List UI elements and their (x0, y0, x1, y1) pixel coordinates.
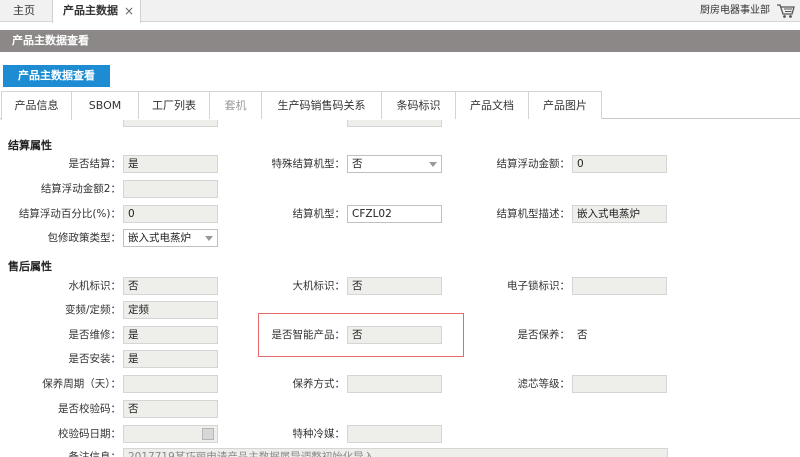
is-settle-field: 是 (123, 155, 218, 173)
water-label: 水机标识： (68, 280, 122, 292)
calendar-icon[interactable] (202, 428, 214, 440)
smart-field: 否 (347, 326, 442, 344)
department-label[interactable]: 厨房电器事业部 (700, 0, 770, 22)
special-model-label: 特殊结算机型： (271, 158, 346, 170)
smart-label: 是否智能产品： (271, 329, 346, 341)
lock-label: 电子锁标识： (507, 280, 570, 292)
remark-label: 备注信息： (68, 451, 122, 457)
tab-home[interactable]: 主页 (3, 0, 45, 22)
tab-code-relation[interactable]: 生产码销售码关系 (262, 91, 382, 119)
settle-model-label: 结算机型： (292, 208, 346, 220)
tab-product-master-label: 产品主数据 (63, 4, 118, 17)
install-label: 是否安装： (68, 353, 122, 365)
verify-field: 否 (123, 400, 218, 418)
float-percent-field: 0 (123, 205, 218, 223)
float-percent-label: 结算浮动百分比(%)： (18, 208, 121, 220)
filter-field (572, 375, 667, 393)
scrolled-input (123, 120, 218, 127)
is-settle-label: 是否结算： (68, 158, 122, 170)
maint-field: 否 (572, 326, 667, 344)
warranty-policy-label: 包修政策类型： (47, 232, 122, 244)
repair-field: 是 (123, 326, 218, 344)
period-label: 保养周期（天）： (42, 378, 121, 390)
lock-field (572, 277, 667, 295)
install-field: 是 (123, 350, 218, 368)
chevron-down-icon (429, 162, 437, 167)
settle-model-field[interactable]: CFZL02 (347, 205, 442, 223)
settle-model-desc-label: 结算机型描述： (496, 208, 571, 220)
maint-label: 是否保养： (517, 329, 571, 341)
tab-product-info[interactable]: 产品信息 (1, 91, 72, 120)
big-label: 大机标识： (292, 280, 346, 292)
scrolled-input (347, 120, 442, 127)
method-label: 保养方式： (292, 378, 346, 390)
tab-factory-list[interactable]: 工厂列表 (139, 91, 210, 119)
cart-icon[interactable] (776, 3, 796, 19)
freq-label: 变频/定频： (64, 304, 121, 316)
float-amount-field: 0 (572, 155, 667, 173)
product-tabs: 产品信息 SBOM 工厂列表 套机 生产码销售码关系 条码标识 产品文档 产品图… (0, 91, 800, 120)
refrigerant-field (347, 425, 442, 443)
tab-sbom[interactable]: SBOM (72, 91, 139, 119)
big-field: 否 (347, 277, 442, 295)
tab-product-images[interactable]: 产品图片 (529, 91, 602, 119)
verify-label: 是否校验码： (58, 403, 121, 415)
refrigerant-label: 特种冷媒： (292, 428, 346, 440)
section-after-sales: 售后属性 (8, 260, 52, 273)
verify-date-label: 校验码日期： (58, 428, 121, 440)
close-icon[interactable]: × (124, 0, 134, 22)
tab-set-machine[interactable]: 套机 (210, 91, 262, 119)
float-amount2-label: 结算浮动金额2： (40, 183, 121, 195)
water-field: 否 (123, 277, 218, 295)
chevron-down-icon (205, 236, 213, 241)
float-amount2-field (123, 180, 218, 198)
period-field (123, 375, 218, 393)
special-model-value: 否 (352, 158, 363, 170)
tab-product-docs[interactable]: 产品文档 (456, 91, 529, 119)
warranty-policy-value: 嵌入式电蒸炉 (128, 232, 191, 244)
filter-label: 滤芯等级： (517, 378, 571, 390)
settle-model-desc-field: 嵌入式电蒸炉 (572, 205, 667, 223)
method-field (347, 375, 442, 393)
warranty-policy-select[interactable]: 嵌入式电蒸炉 (123, 229, 218, 247)
verify-date-field (123, 425, 218, 443)
view-product-master-button[interactable]: 产品主数据查看 (3, 65, 110, 87)
section-settlement: 结算属性 (8, 139, 52, 152)
page-header: 产品主数据查看 (0, 30, 800, 52)
top-tab-bar: 主页 产品主数据 × 厨房电器事业部 (0, 0, 800, 23)
repair-label: 是否维修： (68, 329, 122, 341)
float-amount-label: 结算浮动金额： (496, 158, 571, 170)
special-model-select[interactable]: 否 (347, 155, 442, 173)
freq-field: 定频 (123, 301, 218, 319)
tab-product-master[interactable]: 产品主数据 × (52, 0, 141, 23)
tab-barcode[interactable]: 条码标识 (382, 91, 456, 119)
remark-field: 2017719某巧丽申请产品主数据属导调整初始化导入 (123, 448, 668, 457)
